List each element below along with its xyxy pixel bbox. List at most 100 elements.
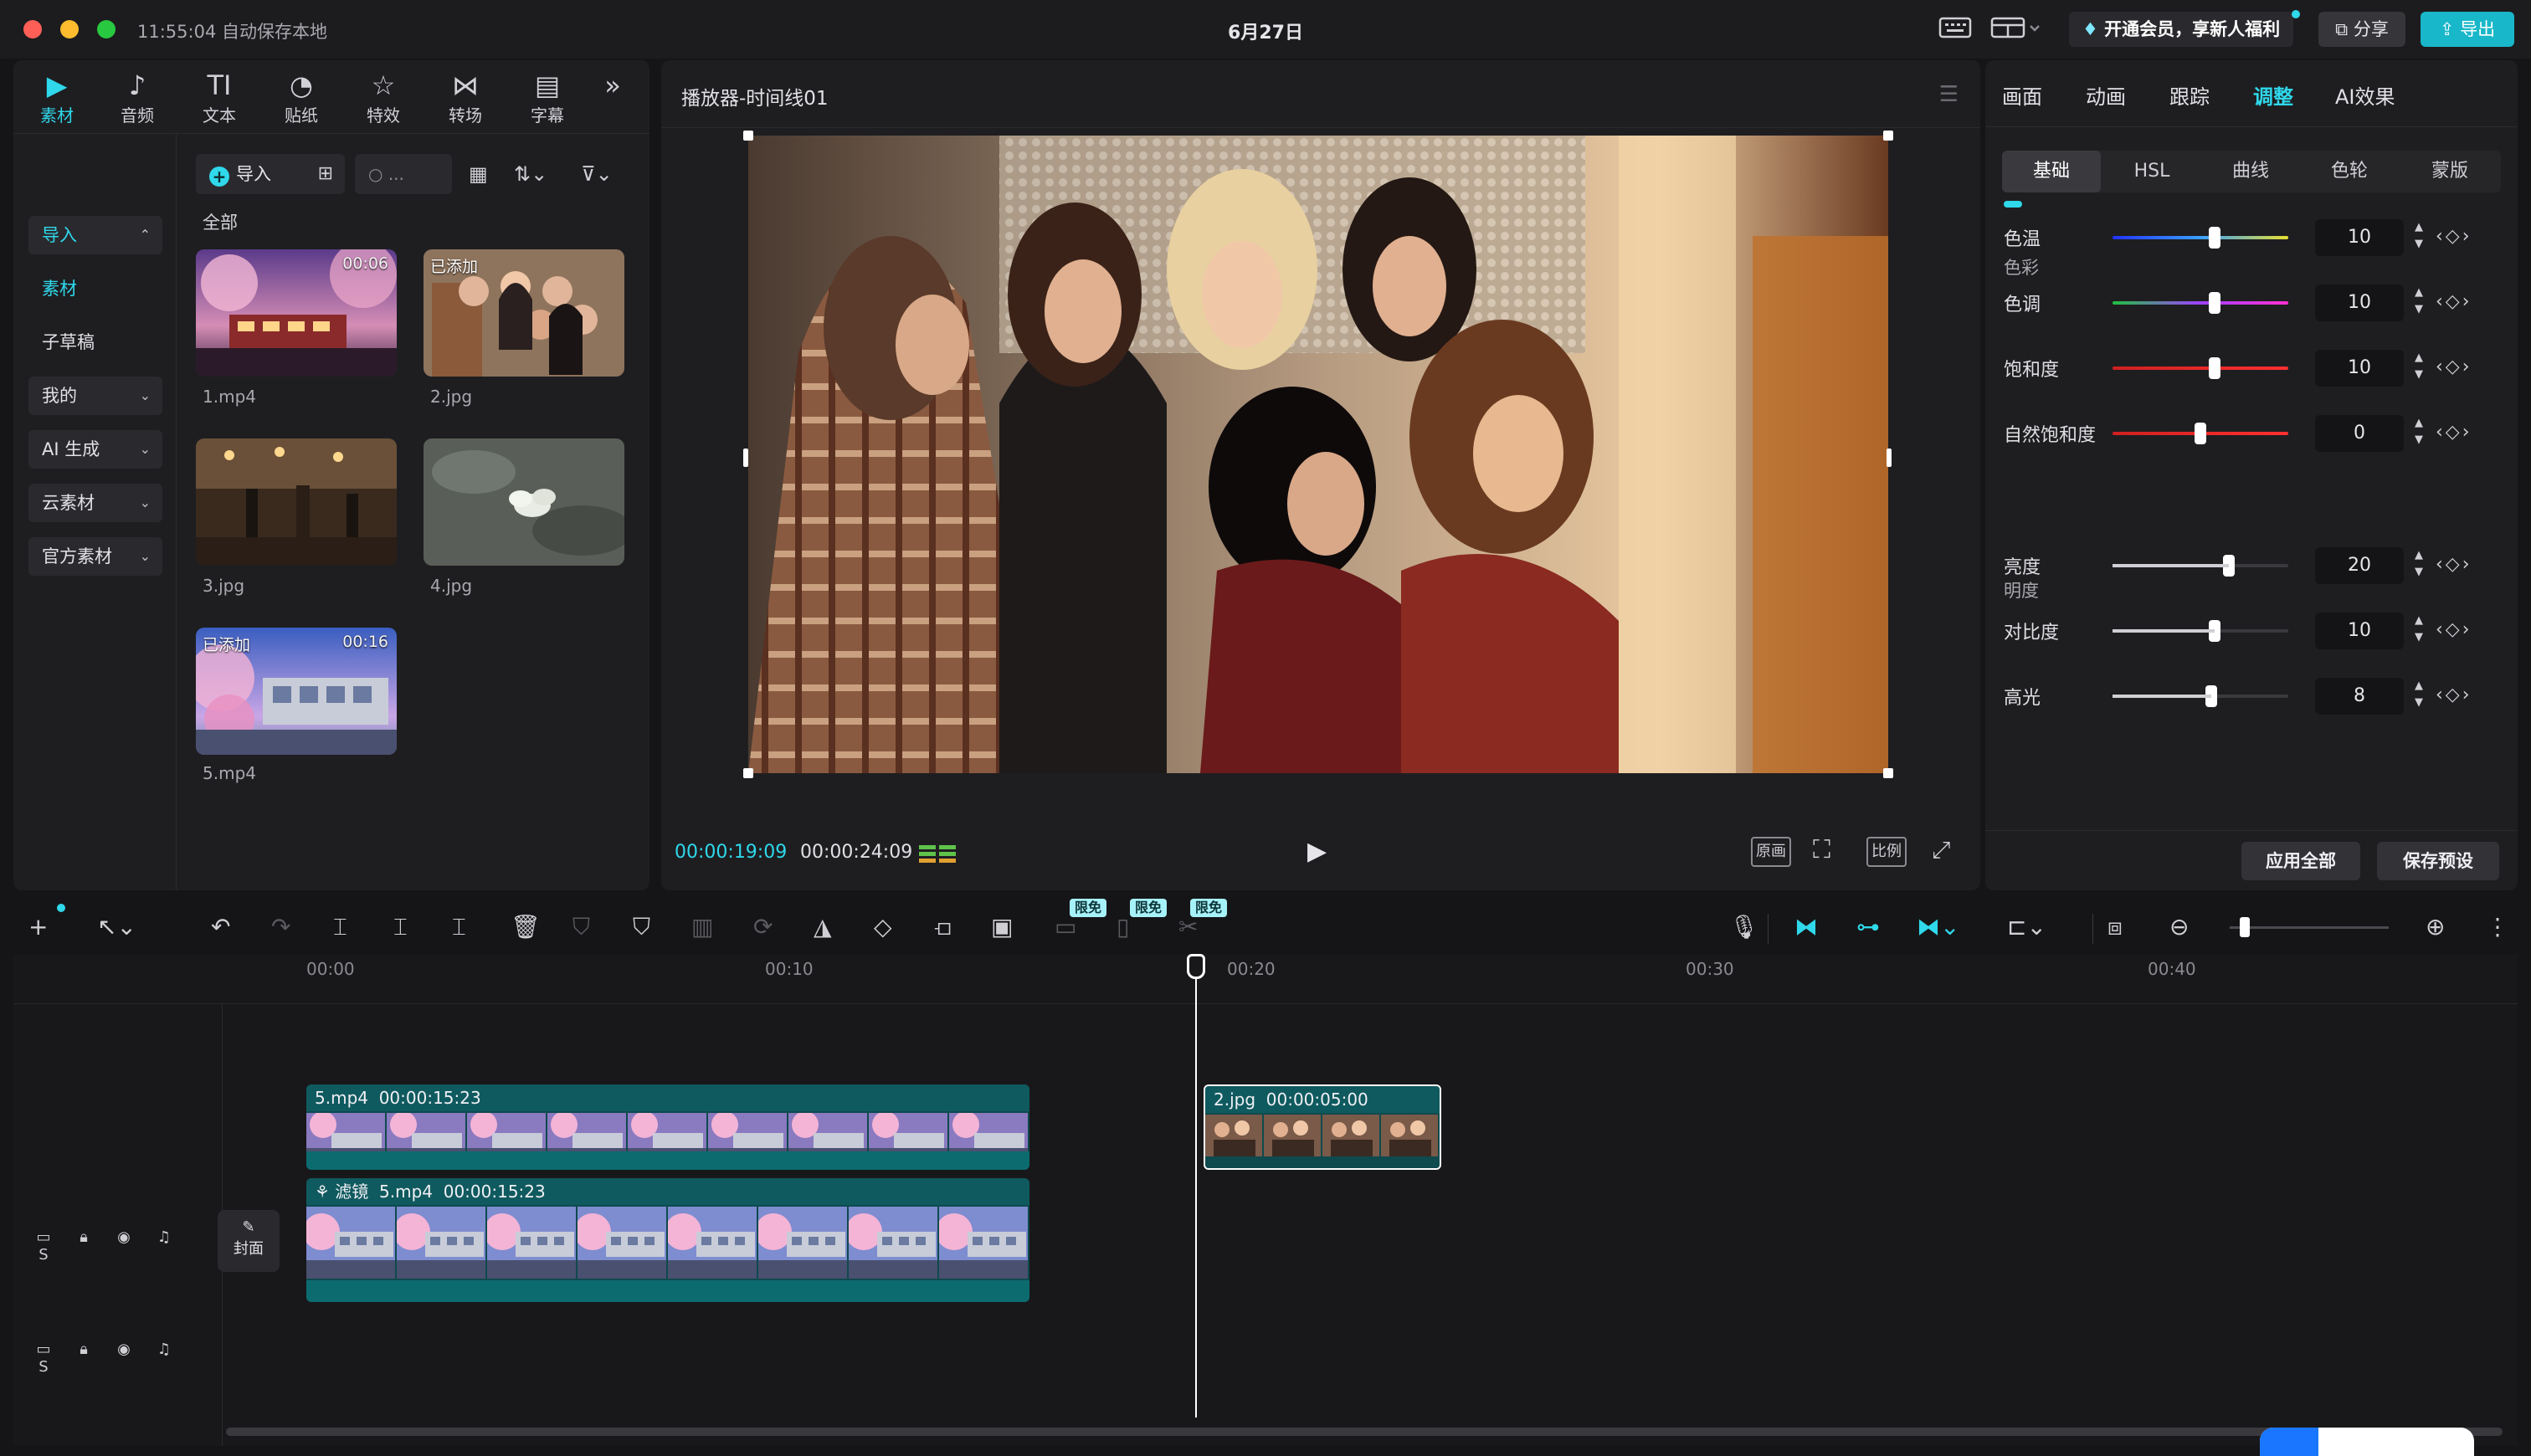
crop-handle-bl[interactable]: [743, 768, 753, 778]
clip-5mp4-overlay[interactable]: 5.mp4 00:00:15:23: [306, 1084, 1029, 1170]
adjust-slider[interactable]: [2113, 236, 2288, 239]
sort-icon[interactable]: ⇅⌄: [514, 154, 547, 194]
search-input[interactable]: ○ ...: [355, 154, 452, 194]
crop-handle-tl[interactable]: [743, 131, 753, 141]
adjust-slider[interactable]: [2113, 367, 2288, 370]
subtab-hsl[interactable]: HSL: [2102, 151, 2201, 192]
value-stepper[interactable]: ▲ ▼: [2410, 547, 2427, 584]
keyframe-controls[interactable]: ‹◇›: [2436, 290, 2472, 315]
tab-tracking[interactable]: 跟踪: [2169, 80, 2210, 110]
adjust-value-input[interactable]: 20: [2315, 547, 2404, 584]
keyframe-controls[interactable]: ‹◇›: [2436, 552, 2472, 577]
linkage-icon[interactable]: ⧓⌄: [1917, 912, 1959, 942]
crop-handle-left[interactable]: [743, 449, 748, 467]
filter-icon[interactable]: ⊽⌄: [581, 154, 613, 194]
lock-icon[interactable]: 🔒︎: [64, 1228, 104, 1246]
adjust-slider-handle[interactable]: [2208, 227, 2220, 249]
minimize-window-button[interactable]: [60, 20, 79, 38]
grid-view-icon[interactable]: ▦: [469, 154, 488, 194]
redo-icon[interactable]: ↷: [271, 912, 290, 942]
keyboard-icon[interactable]: [1938, 15, 1972, 44]
select-tool-icon[interactable]: ↖⌄: [97, 912, 136, 942]
adjust-value-input[interactable]: 0: [2315, 415, 2404, 452]
media-thumb-2[interactable]: 已添加: [424, 249, 624, 377]
crop-handle-tr[interactable]: [1883, 131, 1893, 141]
cover-button[interactable]: ✎ 封面: [218, 1210, 280, 1272]
media-thumb-3[interactable]: [196, 438, 397, 566]
zoom-out-icon[interactable]: ⊖: [2169, 912, 2189, 942]
sidebar-item-mine[interactable]: 我的 ⌄: [28, 377, 162, 415]
adjust-slider[interactable]: [2113, 301, 2288, 305]
sidebar-item-cloud[interactable]: 云素材 ⌄: [28, 484, 162, 522]
tab-adjust[interactable]: 调整: [2253, 80, 2293, 110]
rotate-icon[interactable]: ◇: [874, 912, 892, 942]
resize-icon[interactable]: ▣: [991, 912, 1013, 942]
marker-icon[interactable]: ⛉: [633, 912, 650, 942]
video-preview[interactable]: [748, 136, 1888, 773]
zoom-slider-handle[interactable]: [2240, 917, 2250, 937]
timeline-scrollbar[interactable]: [226, 1428, 2503, 1436]
play-button[interactable]: ▶: [1307, 837, 1327, 866]
split-icon[interactable]: ⌶: [333, 912, 347, 942]
menu-icon[interactable]: ☰: [1939, 82, 1959, 107]
keyframe-controls[interactable]: ‹◇›: [2436, 618, 2472, 643]
delete-icon[interactable]: 🗑: [511, 912, 541, 942]
sidebar-item-import[interactable]: 导入 ⌃: [28, 216, 162, 254]
tab-sticker[interactable]: ◔ 贴纸: [268, 69, 335, 127]
zoom-slider[interactable]: [2230, 926, 2389, 929]
preview-axis-icon[interactable]: ⊏⌄: [2007, 912, 2046, 942]
import-button[interactable]: + 导入 ⊞: [196, 154, 345, 194]
apply-all-button[interactable]: 应用全部: [2241, 842, 2360, 880]
more-icon[interactable]: ⋮: [2486, 912, 2509, 942]
vip-button[interactable]: ♦ 开通会员，享新人福利: [2069, 12, 2294, 47]
tab-effects[interactable]: ☆ 特效: [350, 69, 417, 127]
keyframe-controls[interactable]: ‹◇›: [2436, 683, 2472, 708]
undo-icon[interactable]: ↶: [211, 912, 230, 942]
sidebar-item-media[interactable]: 素材: [28, 269, 162, 308]
ratio-button[interactable]: 比例: [1866, 837, 1907, 867]
speaker-icon[interactable]: ♫: [144, 1228, 184, 1246]
lock-icon[interactable]: 🔒︎: [64, 1341, 104, 1358]
speaker-icon[interactable]: ♫: [144, 1341, 184, 1358]
focus-icon[interactable]: ⛶: [1813, 837, 1830, 867]
mirror-icon[interactable]: ◮: [814, 912, 832, 942]
value-stepper[interactable]: ▲ ▼: [2410, 219, 2427, 256]
solo-button[interactable]: S: [23, 1358, 64, 1376]
value-stepper[interactable]: ▲ ▼: [2410, 613, 2427, 649]
value-stepper[interactable]: ▲ ▼: [2410, 350, 2427, 387]
reverse-icon[interactable]: ⟳: [753, 912, 773, 942]
add-track-icon[interactable]: +: [28, 912, 48, 942]
adjust-value-input[interactable]: 10: [2315, 350, 2404, 387]
adjust-slider-handle[interactable]: [2208, 292, 2220, 314]
value-stepper[interactable]: ▲ ▼: [2410, 678, 2427, 715]
smart-cut-icon[interactable]: ▯: [1117, 912, 1129, 942]
crop-handle-right[interactable]: [1887, 449, 1892, 467]
clip-2jpg-overlay[interactable]: 2.jpg 00:00:05:00: [1204, 1084, 1441, 1170]
fullscreen-icon[interactable]: ⤢: [1932, 837, 1950, 867]
adjust-slider-handle[interactable]: [2208, 357, 2220, 379]
subtab-basic[interactable]: 基础: [2002, 151, 2101, 192]
adjust-value-input[interactable]: 10: [2315, 613, 2404, 649]
split-left-icon[interactable]: ⌶: [393, 912, 408, 942]
screen-icon[interactable]: ⧈: [2107, 912, 2123, 942]
timeline[interactable]: 00:00 00:10 00:20 00:30 00:40 ▭ 🔒︎ ◉ ♫S ▭ 🔒︎…: [13, 954, 2518, 1446]
scrolled-toggle[interactable]: [2004, 201, 2022, 208]
crop-icon[interactable]: ⟤: [934, 912, 952, 942]
eye-icon[interactable]: ◉: [104, 1341, 144, 1358]
sidebar-item-official[interactable]: 官方素材 ⌄: [28, 537, 162, 576]
layout-icon[interactable]: [1990, 15, 2042, 44]
export-button[interactable]: ⇪ 导出: [2421, 12, 2514, 47]
subtab-color-wheel[interactable]: 色轮: [2300, 151, 2399, 192]
tab-text[interactable]: TI 文本: [186, 69, 253, 127]
original-quality-button[interactable]: 原画: [1751, 837, 1791, 867]
media-thumb-1[interactable]: 00:06: [196, 249, 397, 377]
keyframe-controls[interactable]: ‹◇›: [2436, 420, 2472, 445]
freeze-icon[interactable]: ▥: [691, 912, 713, 942]
tab-ai-effects[interactable]: AI效果: [2335, 80, 2395, 110]
qr-icon[interactable]: ⊞: [318, 154, 333, 194]
share-button[interactable]: ⧉ 分享: [2318, 12, 2405, 47]
split-right-icon[interactable]: ⌶: [452, 912, 466, 942]
value-stepper[interactable]: ▲ ▼: [2410, 415, 2427, 452]
sidebar-item-draft[interactable]: 子草稿: [28, 323, 162, 361]
value-stepper[interactable]: ▲ ▼: [2410, 285, 2427, 321]
